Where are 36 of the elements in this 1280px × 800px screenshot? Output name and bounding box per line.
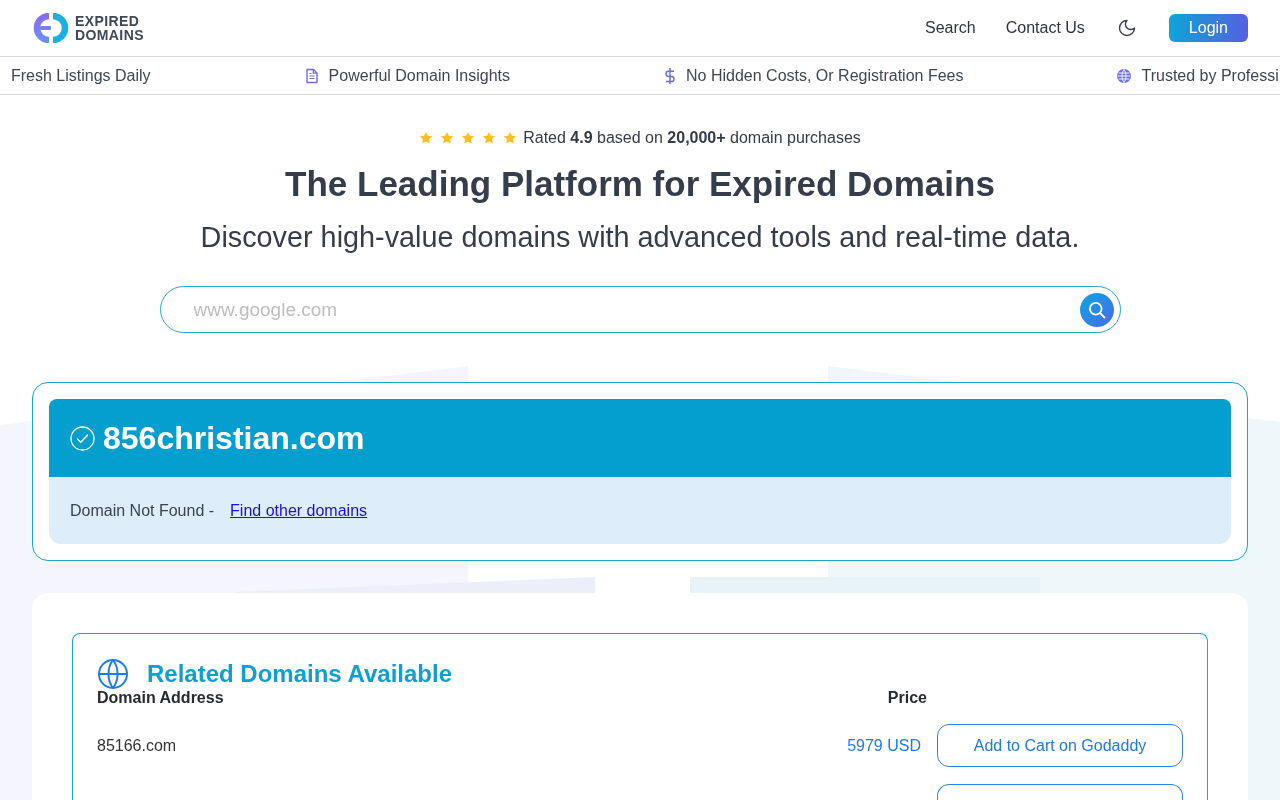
- star-icon: [440, 131, 455, 145]
- globe-icon: [97, 658, 129, 690]
- check-circle-icon: [70, 425, 95, 451]
- page-subtitle: Discover high-value domains with advanced tools and real-time data.: [200, 220, 1080, 254]
- domain-cell-text: 85166.com: [97, 735, 178, 756]
- column-header: Price: [886, 689, 927, 707]
- cart-button[interactable]: [937, 784, 1183, 800]
- feature-text: Powerful Domain Insights: [328, 65, 511, 86]
- cart-button[interactable]: Add to Cart on Godaddy: [937, 724, 1183, 767]
- theme-toggle-button[interactable]: [1116, 18, 1137, 38]
- price-cell-text: 5979 USD: [846, 735, 922, 756]
- dollar-icon: [664, 66, 677, 85]
- status-text: Domain Not Found -: [70, 500, 215, 521]
- domain-title: 856christian.com: [103, 419, 365, 457]
- feature-text: Trusted by Professi: [1141, 65, 1279, 86]
- nav-link[interactable]: Contact Us: [1005, 18, 1085, 38]
- document-icon: [304, 67, 319, 84]
- star-icon: [482, 131, 497, 145]
- find-domains-link[interactable]: Find other domains: [230, 500, 368, 521]
- star-icon: [503, 131, 518, 145]
- page-title: The Leading Platform for Expired Domains: [285, 164, 995, 204]
- search-field[interactable]: www.google.com: [159, 286, 1121, 333]
- star-icon: [461, 131, 476, 145]
- rating-text: Rated 4.9 based on 20,000+ domain purchases: [523, 128, 861, 148]
- moon-icon: [1116, 18, 1137, 38]
- section-title: Related Domains Available: [147, 660, 452, 688]
- login-button[interactable]: Login: [1168, 14, 1248, 42]
- logo-icon: [32, 13, 69, 43]
- column-header: Domain Address: [97, 689, 225, 707]
- nav-link[interactable]: Search: [925, 18, 976, 38]
- feature-text: No Hidden Costs, Or Registration Fees: [686, 65, 964, 86]
- globe-icon: [1117, 68, 1132, 83]
- feature-text: Fresh Listings Daily: [11, 65, 151, 86]
- search-icon: [1086, 299, 1107, 320]
- star-icon: [419, 131, 434, 145]
- logo-text: EXPIRED DOMAINS: [75, 14, 144, 42]
